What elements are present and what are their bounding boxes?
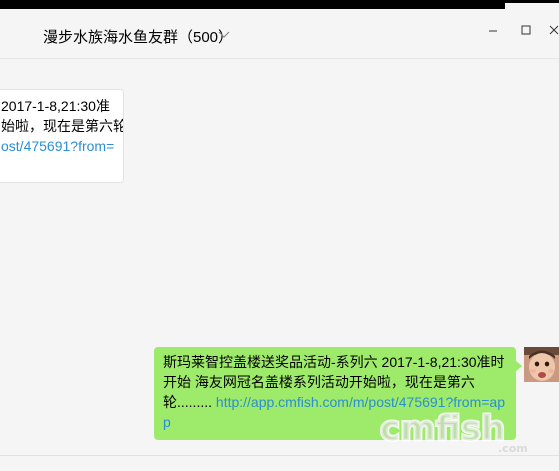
maximize-icon[interactable] <box>519 23 533 37</box>
avatar[interactable] <box>524 347 559 382</box>
watermark-logo: cmfish cmfish .com <box>380 408 528 456</box>
top-strip <box>0 0 505 9</box>
message-link[interactable]: ost/475691?from= <box>1 136 123 156</box>
message-line: 始啦，现在是第六轮 <box>1 118 124 134</box>
chevron-down-icon[interactable] <box>216 26 232 42</box>
message-list[interactable]: 2017-1-8,21:30准 始啦，现在是第六轮 ost/475691?fro… <box>0 60 559 455</box>
bubble-tail <box>515 360 522 372</box>
svg-text:.com: .com <box>498 442 528 455</box>
chat-title[interactable]: 漫步水族海水鱼友群（500） <box>43 26 233 47</box>
avatar-image <box>524 347 559 382</box>
title-bar: 漫步水族海水鱼友群（500） <box>0 9 559 59</box>
minimize-icon[interactable] <box>486 23 500 37</box>
message-text: 2017-1-8,21:30准 始啦，现在是第六轮 ost/475691?fro… <box>1 96 124 156</box>
message-bubble-received[interactable]: 2017-1-8,21:30准 始啦，现在是第六轮 ost/475691?fro… <box>0 89 124 183</box>
svg-text:cmfish: cmfish <box>380 409 505 449</box>
message-line: 2017-1-8,21:30准 <box>1 98 110 114</box>
close-icon[interactable] <box>547 23 559 37</box>
top-strip-right <box>505 0 559 3</box>
